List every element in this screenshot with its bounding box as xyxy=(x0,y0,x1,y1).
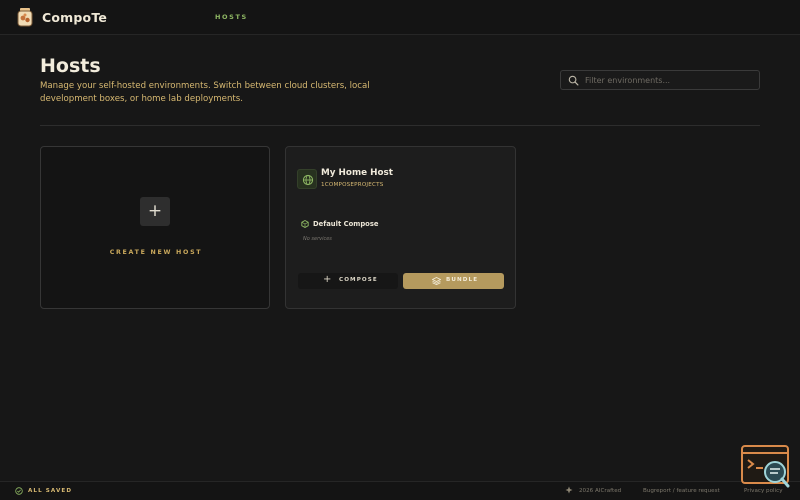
hexagon-icon xyxy=(301,220,309,228)
nav-tab-hosts[interactable]: HOSTS xyxy=(215,13,248,21)
save-status: ALL SAVED xyxy=(28,488,73,494)
host-icon-box xyxy=(297,169,317,189)
layers-icon xyxy=(432,277,441,285)
top-navigation-bar: CompoTe HOSTS xyxy=(0,0,800,35)
host-name[interactable]: My Home Host xyxy=(321,168,393,178)
app-brand-name[interactable]: CompoTe xyxy=(42,10,107,25)
host-card-my-home-host[interactable]: My Home Host 1COMPOSEPROJECTS Default Co… xyxy=(285,146,516,309)
compose-project-name[interactable]: Default Compose xyxy=(313,220,379,228)
sparkle-icon xyxy=(565,486,573,494)
create-new-host-label[interactable]: CREATE NEW HOST xyxy=(41,249,271,256)
terminal-search-icon[interactable] xyxy=(741,445,791,488)
create-new-host-card[interactable]: + CREATE NEW HOST xyxy=(40,146,270,309)
compose-button-label: COMPOSE xyxy=(339,277,378,283)
environment-filter[interactable] xyxy=(560,70,760,90)
feedback-link[interactable]: Bugreport / feature request xyxy=(643,488,720,494)
plus-icon[interactable]: + xyxy=(140,197,170,226)
page-description: Manage your self-hosted environments. Sw… xyxy=(40,81,370,104)
header-divider xyxy=(40,125,760,126)
compose-button[interactable]: + COMPOSE xyxy=(298,273,398,289)
jar-logo-icon[interactable] xyxy=(15,7,35,27)
check-circle-icon xyxy=(15,487,23,495)
globe-icon xyxy=(302,174,314,186)
status-footer: ALL SAVED 2026 AICrafted Bugreport / fea… xyxy=(0,481,800,500)
bundle-button[interactable]: BUNDLE xyxy=(403,273,504,289)
host-project-count: 1COMPOSEPROJECTS xyxy=(321,182,384,188)
page-title: Hosts xyxy=(40,55,101,77)
search-input[interactable] xyxy=(585,73,755,87)
compose-services-status: No services xyxy=(303,236,332,242)
bundle-button-label: BUNDLE xyxy=(446,277,479,283)
privacy-policy-link[interactable]: Privacy policy xyxy=(744,488,783,494)
plus-icon: + xyxy=(323,274,332,285)
search-icon xyxy=(568,75,579,86)
copyright-link[interactable]: 2026 AICrafted xyxy=(579,488,621,494)
